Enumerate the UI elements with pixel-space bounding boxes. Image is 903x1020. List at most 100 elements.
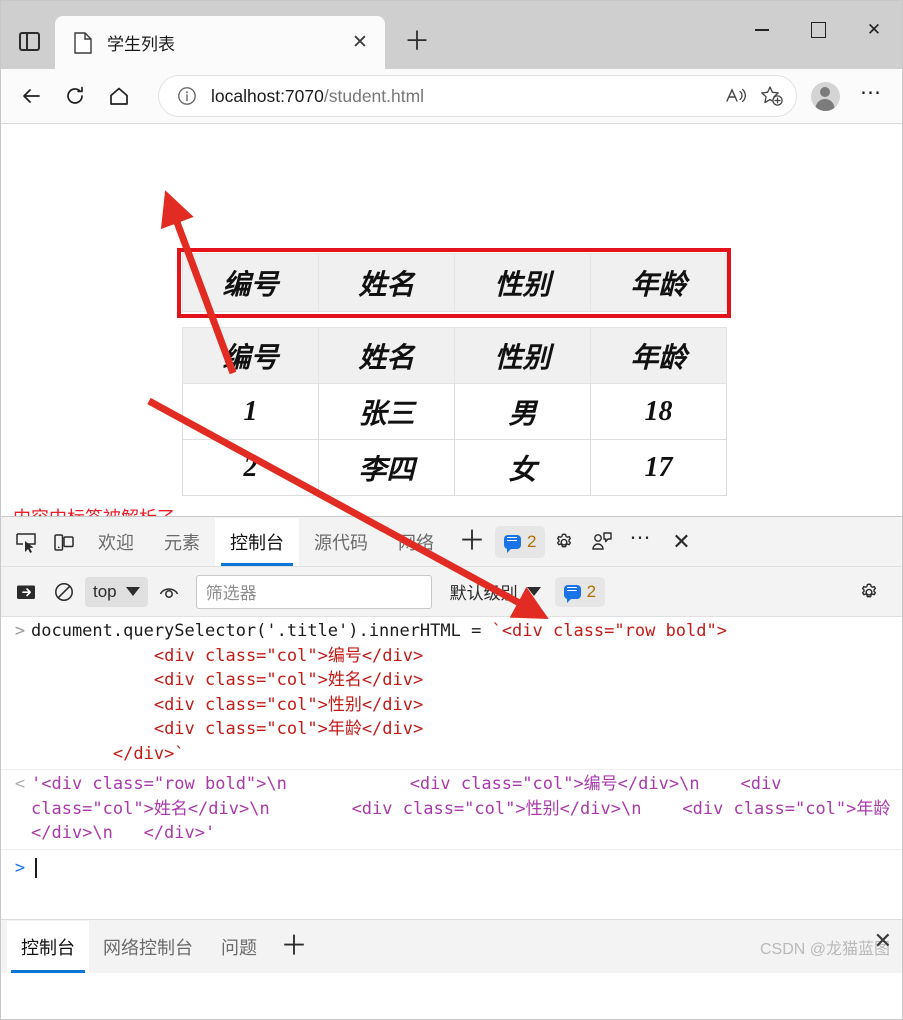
devtools-tab-sources[interactable]: 源代码	[299, 518, 383, 566]
minimize-button[interactable]	[734, 7, 790, 53]
live-expression-button[interactable]	[150, 572, 188, 612]
maximize-button[interactable]	[790, 7, 846, 53]
execution-context-select[interactable]: top	[85, 576, 148, 607]
devtools-toolbar: 欢迎 元素 控制台 源代码 网络 ＋ 2 ⋯ ✕	[1, 517, 902, 567]
title-cell: 编号	[182, 253, 319, 312]
browser-tab[interactable]: 学生列表 ✕	[55, 16, 385, 69]
tab-search-icon	[18, 31, 40, 51]
annotation-text: 内容中标签被解析了	[13, 504, 175, 516]
filter-issues-count: 2	[586, 581, 597, 601]
filter-input[interactable]: 筛选器	[195, 574, 432, 609]
console-code-string-3: <div class="col">性别</div>	[31, 694, 424, 715]
read-aloud-button[interactable]	[718, 80, 754, 112]
browser-more-button[interactable]: ⋯	[848, 76, 894, 116]
devtools-tab-welcome[interactable]: 欢迎	[83, 518, 149, 566]
new-tab-button[interactable]: ＋	[399, 23, 435, 59]
devtools-more-button[interactable]: ⋯	[621, 522, 659, 562]
drawer-tab-issues[interactable]: 问题	[207, 921, 271, 973]
clear-console-icon	[55, 582, 73, 601]
console-sidebar-icon	[17, 585, 35, 599]
drawer-close-button[interactable]: ✕	[874, 928, 892, 954]
devtools-close-button[interactable]: ✕	[659, 522, 703, 562]
add-favorite-button[interactable]	[754, 80, 790, 112]
watermark: CSDN @龙猫蓝图	[759, 941, 890, 958]
chevron-down-icon	[526, 587, 541, 596]
console-filter-bar: top 筛选器 默认级别 2	[1, 567, 902, 617]
log-level-select[interactable]: 默认级别	[450, 579, 541, 604]
address-path: /student.html	[323, 85, 425, 106]
info-circle-icon	[178, 87, 196, 105]
address-bar[interactable]: localhost:7070/student.html	[159, 76, 796, 116]
inspect-element-button[interactable]	[7, 522, 45, 562]
site-info-button[interactable]	[171, 80, 203, 112]
console-code-string-4: <div class="col">年龄</div>	[31, 719, 424, 739]
console-input-entry[interactable]: > document.querySelector('.title').inner…	[1, 617, 902, 770]
devtools-tab-console[interactable]: 控制台	[215, 517, 299, 566]
window-controls: ✕	[734, 7, 902, 53]
window-close-button[interactable]: ✕	[846, 7, 902, 53]
devtools-settings-button[interactable]	[545, 522, 583, 562]
message-bubble-icon	[563, 584, 581, 603]
devtools-tab-elements[interactable]: 元素	[149, 518, 215, 566]
console-output-prompt: <	[14, 774, 26, 794]
filter-placeholder: 筛选器	[205, 584, 257, 603]
reload-button[interactable]	[53, 76, 97, 116]
drawer-tab-console[interactable]: 控制台	[7, 920, 89, 973]
page-viewport: 编号 姓名 性别 年龄 编号 姓名 性别 年龄 1 张三 男 18 2 李四 女…	[1, 123, 902, 516]
back-button[interactable]	[9, 76, 53, 116]
cell-id: 1	[182, 383, 319, 440]
console-input-prompt: >	[14, 621, 26, 641]
column-header: 编号	[182, 327, 319, 384]
clear-console-button[interactable]	[45, 572, 83, 612]
drawer-tab-network-console[interactable]: 网络控制台	[89, 921, 207, 973]
column-header: 姓名	[318, 327, 455, 384]
add-panel-button[interactable]: ＋	[449, 522, 495, 562]
table-row: 2 李四 女 17	[182, 439, 727, 496]
issues-badge[interactable]: 2	[495, 525, 546, 558]
cell-id: 2	[182, 439, 319, 496]
device-emulation-button[interactable]	[45, 522, 83, 562]
title-cell: 年龄	[590, 253, 727, 312]
table-row: 编号 姓名 性别 年龄	[182, 253, 727, 312]
console-prompt-row[interactable]: >	[1, 850, 902, 885]
tab-title: 学生列表	[107, 35, 175, 54]
home-button[interactable]	[97, 76, 141, 116]
devtools-panel: 欢迎 元素 控制台 源代码 网络 ＋ 2 ⋯ ✕ top 筛选器 默认级别 2 …	[1, 516, 902, 973]
table-row: 1 张三 男 18	[182, 383, 727, 440]
cell-age: 18	[590, 383, 727, 440]
console-next-prompt: >	[14, 857, 26, 878]
table-header-row: 编号 姓名 性别 年龄	[182, 327, 727, 384]
gear-icon	[557, 533, 572, 547]
console-output-value: '<div class="row bold">\n <div class="co…	[31, 774, 891, 843]
filter-issues-badge[interactable]: 2	[554, 576, 606, 607]
column-header: 性别	[454, 327, 591, 384]
browser-window: 学生列表 ✕ ＋ ✕ localhost:7070/student.html ⋯…	[0, 0, 903, 1020]
feedback-button[interactable]	[583, 522, 621, 562]
devtools-tab-network[interactable]: 网络	[383, 518, 449, 566]
navigation-bar: localhost:7070/student.html ⋯	[1, 69, 902, 123]
console-log-area[interactable]: > document.querySelector('.title').inner…	[1, 617, 902, 924]
console-code-string-0: `<div class="row bold">	[491, 621, 727, 641]
message-bubble-icon	[504, 534, 521, 553]
devtools-drawer: 控制台 网络控制台 问题 ＋ CSDN @龙猫蓝图 ✕	[1, 919, 902, 973]
chevron-down-icon	[125, 587, 140, 596]
profile-button[interactable]	[802, 76, 848, 116]
cell-gender: 女	[454, 439, 591, 496]
console-input-code: document.querySelector('.title').innerHT…	[31, 619, 898, 766]
tab-close-button[interactable]: ✕	[345, 28, 375, 58]
tab-actions-button[interactable]	[9, 17, 49, 65]
console-code-head: document.querySelector('.title').innerHT…	[31, 621, 492, 641]
console-output-entry[interactable]: < '<div class="row bold">\n <div class="…	[1, 770, 902, 850]
address-bar-text[interactable]: localhost:7070/student.html	[203, 86, 718, 107]
text-cursor	[35, 857, 37, 878]
log-level-value: 默认级别	[449, 584, 518, 603]
title-row-table: 编号 姓名 性别 年龄	[182, 253, 727, 312]
inspect-element-icon	[16, 532, 36, 553]
title-cell: 姓名	[318, 253, 455, 312]
console-sidebar-button[interactable]	[7, 572, 45, 612]
add-favorite-star-icon	[761, 86, 783, 106]
console-settings-button[interactable]	[850, 572, 888, 612]
cell-name: 张三	[318, 383, 455, 440]
drawer-add-tab-button[interactable]: ＋	[271, 927, 317, 967]
document-icon	[74, 31, 92, 54]
